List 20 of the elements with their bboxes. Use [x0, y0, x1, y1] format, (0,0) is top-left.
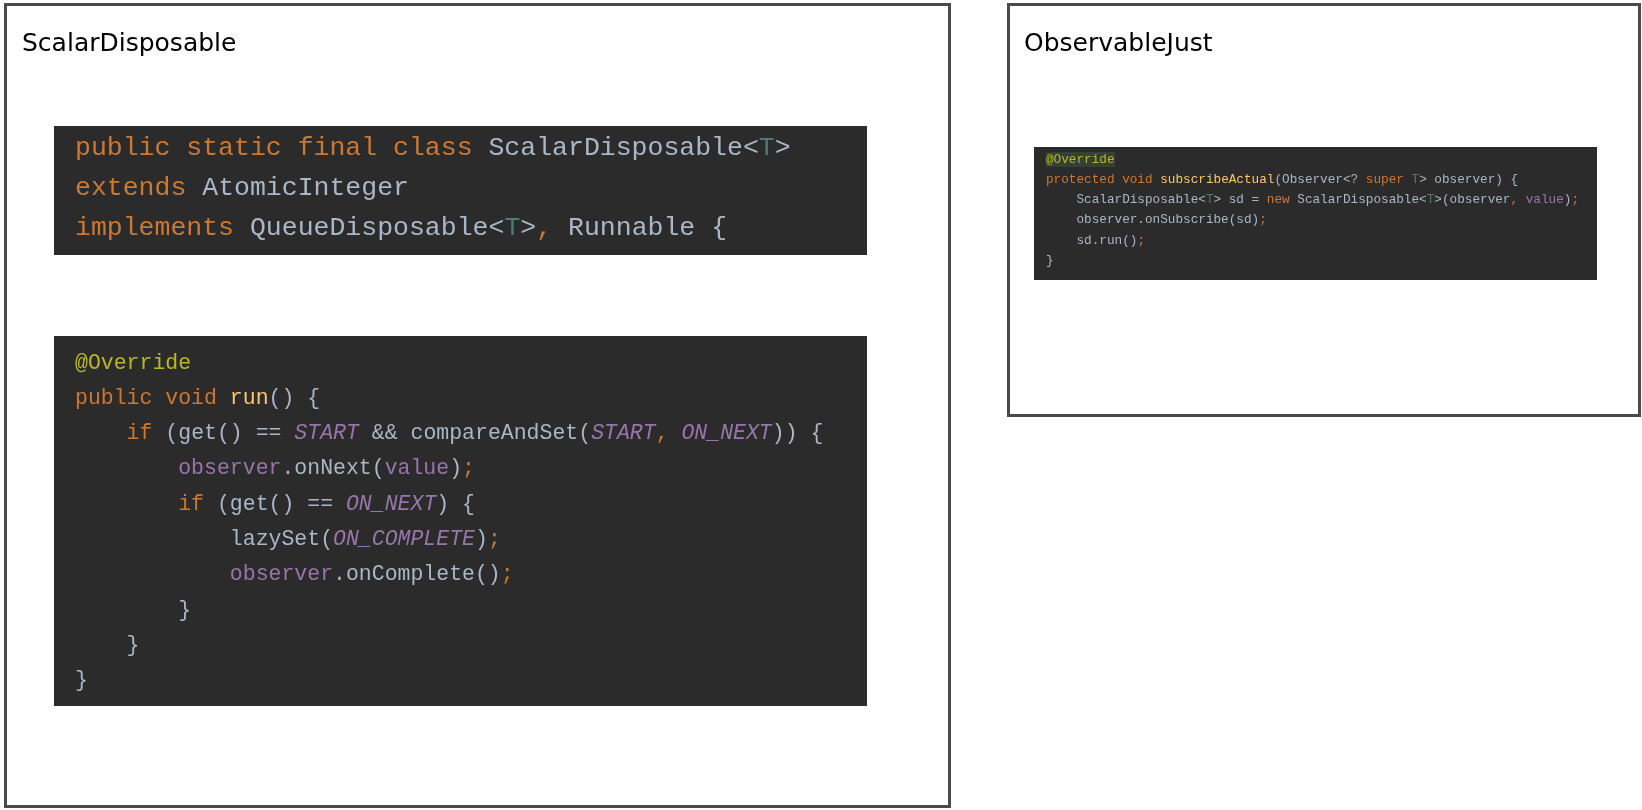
- code-line: }: [75, 667, 88, 695]
- code-line: observer.onComplete();: [228, 561, 514, 589]
- panel-title: ObservableJust: [1024, 27, 1213, 59]
- code-line: observer.onNext(value);: [177, 455, 475, 483]
- code-line: implements QueueDisposable<T>, Runnable {: [75, 211, 728, 245]
- code-line: protected void subscribeActual(Observer<? super T> observer) {: [1046, 170, 1519, 189]
- code-line: ScalarDisposable<T> sd = new ScalarDisposable<T>(observer, value);: [1075, 191, 1580, 210]
- code-line: lazySet(ON_COMPLETE);: [228, 526, 501, 553]
- code-line: sd.run();: [1075, 231, 1145, 250]
- code-line: public void run() {: [75, 384, 321, 412]
- code-line: @Override: [75, 349, 192, 377]
- code-line: }: [177, 596, 192, 624]
- code-line: }: [1046, 252, 1054, 270]
- code-line: if (get() == START && compareAndSet(START, ON_NEXT)) {: [125, 420, 824, 448]
- code-line: public static final class ScalarDisposable<T>: [75, 131, 791, 165]
- code-line: observer.onSubscribe(sd);: [1075, 211, 1267, 230]
- code-line: extends AtomicInteger: [75, 171, 409, 205]
- code-line: }: [125, 631, 140, 659]
- code-line: if (get() == ON_NEXT) {: [177, 490, 475, 518]
- panel-title: ScalarDisposable: [22, 27, 237, 59]
